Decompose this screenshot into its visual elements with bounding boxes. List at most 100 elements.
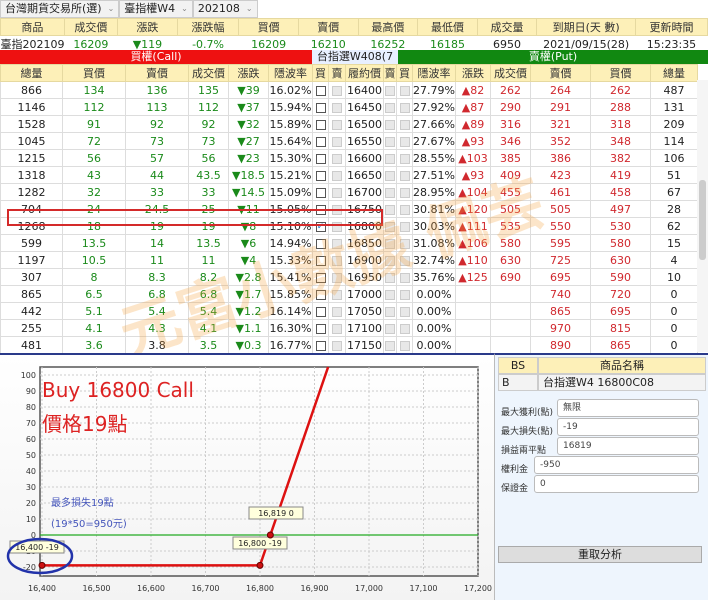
premium-field[interactable]: -950: [534, 456, 699, 474]
scrollbar-thumb[interactable]: [699, 180, 706, 260]
sell-call-cell[interactable]: [328, 285, 346, 303]
buy-put-cell[interactable]: [396, 217, 413, 235]
column-header[interactable]: 賣價: [530, 64, 591, 82]
buy-put-cell[interactable]: [396, 98, 413, 116]
buy-call-cell[interactable]: [312, 132, 329, 150]
checkbox-icon[interactable]: [385, 272, 395, 283]
column-header[interactable]: 買: [312, 64, 329, 82]
buy-call-cell[interactable]: [312, 251, 329, 269]
option-row[interactable]: 255 4.1 4.3 4.1 ▼1.1 16.30% 17100 0.00% 970 815 0: [0, 319, 698, 337]
checkbox-icon[interactable]: [385, 238, 395, 249]
exchange-select[interactable]: 台灣期貨交易所(選) ⌄: [0, 0, 120, 18]
buy-call-cell[interactable]: [312, 98, 329, 116]
sell-put-cell[interactable]: [383, 336, 397, 354]
buy-put-cell[interactable]: [396, 319, 413, 337]
option-row[interactable]: 307 8 8.3 8.2 ▼2.8 15.41% 16950 35.76% ▲125 690 69…: [0, 268, 698, 286]
buy-call-cell[interactable]: [312, 81, 329, 99]
sell-put-cell[interactable]: [383, 251, 397, 269]
buy-put-cell[interactable]: [396, 302, 413, 320]
sell-call-cell[interactable]: [328, 336, 346, 354]
column-header[interactable]: 隱波率: [412, 64, 456, 82]
checkbox-icon[interactable]: [385, 102, 395, 113]
checkbox-icon[interactable]: [385, 170, 395, 181]
checkbox-icon[interactable]: [315, 119, 326, 130]
checkbox-icon[interactable]: [332, 255, 342, 266]
checkbox-icon[interactable]: [315, 255, 326, 266]
column-header[interactable]: 總量: [0, 64, 63, 82]
data-point[interactable]: [266, 531, 274, 539]
buy-put-cell[interactable]: [396, 149, 413, 167]
checkbox-icon[interactable]: [385, 85, 395, 96]
checkbox-icon[interactable]: [315, 289, 326, 300]
column-header[interactable]: 隱波率: [268, 64, 313, 82]
column-header[interactable]: 賣價: [125, 64, 189, 82]
buy-put-cell[interactable]: [396, 115, 413, 133]
sell-put-cell[interactable]: [383, 81, 397, 99]
sell-put-cell[interactable]: [383, 183, 397, 201]
checkbox-icon[interactable]: [385, 306, 395, 317]
option-row[interactable]: 1197 10.5 11 11 ▼4 15.33% 16900 32.74% ▲110 630 72…: [0, 251, 698, 269]
checkbox-icon[interactable]: [399, 306, 410, 317]
checkbox-icon[interactable]: [332, 85, 342, 96]
sell-call-cell[interactable]: [328, 183, 346, 201]
checkbox-icon[interactable]: [399, 289, 410, 300]
max-loss-field[interactable]: -19: [557, 418, 699, 436]
option-row[interactable]: 1045 72 73 73 ▼27 15.64% 16550 27.67% ▲93 346 352 3…: [0, 132, 698, 150]
column-header[interactable]: 成交價: [490, 64, 531, 82]
sell-call-cell[interactable]: [328, 302, 346, 320]
buy-call-cell[interactable]: [312, 234, 329, 252]
checkbox-icon[interactable]: [315, 272, 326, 283]
checkbox-icon[interactable]: [315, 85, 326, 96]
buy-call-cell[interactable]: [312, 319, 329, 337]
option-row[interactable]: 599 13.5 14 13.5 ▼6 14.94% 16850 31.08% ▲106 580 5…: [0, 234, 698, 252]
checkbox-icon[interactable]: [399, 255, 410, 266]
sell-call-cell[interactable]: [328, 98, 346, 116]
buy-put-cell[interactable]: [396, 132, 413, 150]
checkbox-icon[interactable]: [315, 238, 326, 249]
checkbox-icon[interactable]: [385, 153, 395, 164]
checkbox-icon[interactable]: [399, 221, 410, 232]
column-header[interactable]: 買: [396, 64, 413, 82]
sell-put-cell[interactable]: [383, 200, 397, 218]
buy-call-cell[interactable]: [312, 336, 329, 354]
reanalyze-button[interactable]: 重取分析: [498, 546, 702, 563]
sell-call-cell[interactable]: [328, 319, 346, 337]
checkbox-icon[interactable]: [315, 340, 326, 351]
buy-put-cell[interactable]: [396, 268, 413, 286]
column-header[interactable]: 賣: [328, 64, 346, 82]
checkbox-icon[interactable]: [332, 136, 342, 147]
checkbox-icon[interactable]: [332, 323, 342, 334]
option-row[interactable]: 1146 112 113 112 ▼37 15.94% 16450 27.92% ▲87 290 2…: [0, 98, 698, 116]
checkbox-icon[interactable]: [385, 119, 395, 130]
scrollbar[interactable]: [697, 80, 708, 352]
max-profit-field[interactable]: 無限: [557, 399, 699, 417]
column-header[interactable]: 漲跌: [455, 64, 491, 82]
checkbox-icon[interactable]: [332, 306, 342, 317]
option-row[interactable]: 1528 91 92 92 ▼32 15.89% 16500 27.66% ▲89 316 321 3…: [0, 115, 698, 133]
sell-call-cell[interactable]: [328, 251, 346, 269]
buy-put-cell[interactable]: [396, 183, 413, 201]
column-header[interactable]: 漲跌: [228, 64, 269, 82]
buy-put-cell[interactable]: [396, 336, 413, 354]
buy-call-cell[interactable]: [312, 302, 329, 320]
option-row[interactable]: 1215 56 57 56 ▼23 15.30% 16600 28.55% ▲103 385 386…: [0, 149, 698, 167]
checkbox-icon[interactable]: [315, 153, 326, 164]
column-header[interactable]: 成交價: [188, 64, 229, 82]
checkbox-icon[interactable]: [315, 306, 326, 317]
buy-put-cell[interactable]: [396, 81, 413, 99]
checkbox-icon[interactable]: [315, 136, 326, 147]
checkbox-icon[interactable]: [332, 272, 342, 283]
checkbox-icon[interactable]: [399, 102, 410, 113]
data-point[interactable]: [38, 561, 46, 569]
checkbox-icon[interactable]: [385, 340, 395, 351]
sell-call-cell[interactable]: [328, 234, 346, 252]
checkbox-icon[interactable]: [332, 102, 342, 113]
breakeven-field[interactable]: 16819: [557, 437, 699, 455]
buy-put-cell[interactable]: [396, 166, 413, 184]
column-header[interactable]: 買價: [590, 64, 651, 82]
column-header[interactable]: 總量: [650, 64, 698, 82]
checkbox-icon[interactable]: [315, 170, 326, 181]
checkbox-icon[interactable]: [315, 102, 326, 113]
checkbox-icon[interactable]: [399, 323, 410, 334]
sell-put-cell[interactable]: [383, 149, 397, 167]
